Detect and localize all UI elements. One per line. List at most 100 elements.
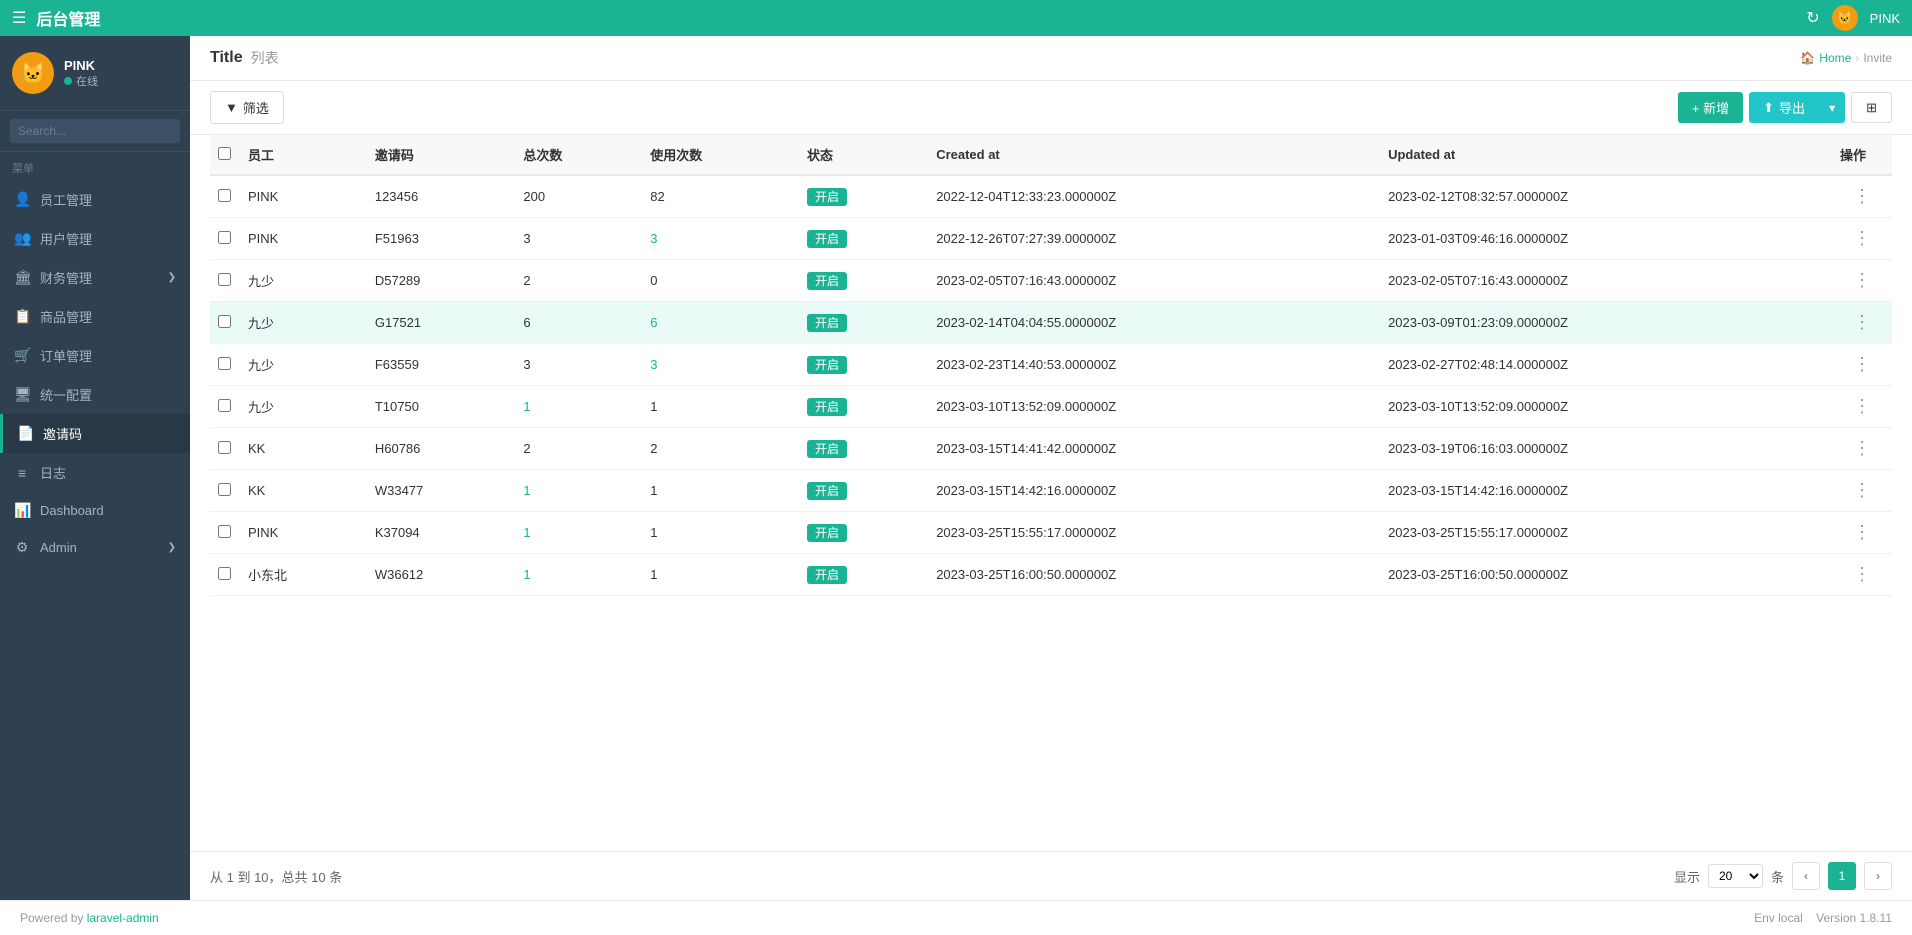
row-checkbox-cell [210, 175, 240, 218]
status-badge: 开启 [807, 398, 847, 416]
footer-left: Powered by laravel-admin [20, 911, 159, 925]
action-menu-button[interactable]: ⋮ [1853, 270, 1871, 290]
table-header-row: 员工 邀请码 总次数 使用次数 状态 Created at Updated at… [210, 135, 1892, 175]
action-menu-button[interactable]: ⋮ [1853, 228, 1871, 248]
sidebar-item-product[interactable]: 📋 商品管理 [0, 297, 190, 336]
sidebar-item-finance[interactable]: 🏛 财务管理 ❯ [0, 258, 190, 297]
row-status: 开启 [799, 302, 928, 344]
sidebar-item-admin[interactable]: ⚙ Admin ❯ [0, 529, 190, 566]
filter-button[interactable]: ▼ 筛选 [210, 91, 284, 124]
row-employee: PINK [240, 218, 367, 260]
footer-link[interactable]: laravel-admin [87, 911, 159, 925]
row-checkbox[interactable] [218, 357, 231, 370]
table-row: 九少T1075011开启2023-03-10T13:52:09.000000Z2… [210, 386, 1892, 428]
show-label: 显示 [1674, 867, 1700, 886]
sidebar-item-log[interactable]: ≡ 日志 [0, 453, 190, 492]
table-row: 九少G1752166开启2023-02-14T04:04:55.000000Z2… [210, 302, 1892, 344]
row-checkbox-cell [210, 554, 240, 596]
sidebar-user: 🐱 PINK 在线 [0, 36, 190, 111]
sidebar-item-user[interactable]: 👥 用户管理 [0, 219, 190, 258]
row-status: 开启 [799, 470, 928, 512]
status-badge: 开启 [807, 524, 847, 542]
col-total: 总次数 [515, 135, 642, 175]
row-checkbox[interactable] [218, 273, 231, 286]
table-row: 小东北W3661211开启2023-03-25T16:00:50.000000Z… [210, 554, 1892, 596]
action-menu-button[interactable]: ⋮ [1853, 312, 1871, 332]
breadcrumb-home[interactable]: Home [1819, 51, 1851, 65]
page-1-button[interactable]: 1 [1828, 862, 1856, 890]
header-left: ☰ 后台管理 [12, 6, 100, 30]
row-employee: 小东北 [240, 554, 367, 596]
row-total-link[interactable]: 1 [523, 567, 530, 582]
row-total-link[interactable]: 1 [523, 399, 530, 414]
sidebar-item-invite[interactable]: 📄 邀请码 [0, 414, 190, 453]
row-employee: KK [240, 470, 367, 512]
sidebar-item-dashboard[interactable]: 📊 Dashboard [0, 492, 190, 529]
export-dropdown-button[interactable]: ▾ [1819, 92, 1845, 123]
row-checkbox[interactable] [218, 315, 231, 328]
row-created-at: 2022-12-04T12:33:23.000000Z [928, 175, 1380, 218]
row-checkbox-cell [210, 344, 240, 386]
row-total: 6 [515, 302, 642, 344]
row-created-at: 2023-03-25T15:55:17.000000Z [928, 512, 1380, 554]
row-checkbox[interactable] [218, 189, 231, 202]
action-menu-button[interactable]: ⋮ [1853, 564, 1871, 584]
row-total-link[interactable]: 1 [523, 525, 530, 540]
action-menu-button[interactable]: ⋮ [1853, 354, 1871, 374]
row-used-link[interactable]: 6 [650, 315, 657, 330]
sidebar-item-label-admin: Admin [40, 540, 77, 555]
prev-page-button[interactable]: ‹ [1792, 862, 1820, 890]
next-page-button[interactable]: › [1864, 862, 1892, 890]
row-used-link[interactable]: 3 [650, 357, 657, 372]
select-all-checkbox[interactable] [218, 147, 231, 160]
page-subtitle: 列表 [251, 48, 279, 68]
user-avatar-top[interactable]: 🐱 [1832, 5, 1858, 31]
app-title: 后台管理 [36, 6, 100, 30]
filter-label: 筛选 [243, 98, 269, 117]
row-checkbox-cell [210, 260, 240, 302]
action-menu-button[interactable]: ⋮ [1853, 480, 1871, 500]
row-checkbox[interactable] [218, 231, 231, 244]
sidebar-item-order[interactable]: 🛒 订单管理 [0, 336, 190, 375]
add-button[interactable]: + 新增 [1678, 92, 1743, 123]
row-checkbox[interactable] [218, 567, 231, 580]
sidebar-item-config[interactable]: 🖥 统一配置 [0, 375, 190, 414]
toolbar-right: + 新增 ⬆ 导出 ▾ ⊞ [1678, 92, 1892, 123]
chevron-right-icon: ❯ [168, 272, 176, 283]
sidebar-item-staff[interactable]: 👤 员工管理 [0, 180, 190, 219]
export-icon: ⬆ [1763, 100, 1774, 116]
action-menu-button[interactable]: ⋮ [1853, 522, 1871, 542]
user-icon: 👥 [14, 230, 30, 247]
table-row: KKH6078622开启2023-03-15T14:41:42.000000Z2… [210, 428, 1892, 470]
row-checkbox[interactable] [218, 483, 231, 496]
row-employee: PINK [240, 175, 367, 218]
row-checkbox[interactable] [218, 441, 231, 454]
status-badge: 开启 [807, 356, 847, 374]
row-checkbox[interactable] [218, 525, 231, 538]
row-code: 123456 [367, 175, 516, 218]
grid-view-button[interactable]: ⊞ [1851, 92, 1892, 123]
row-used: 2 [642, 428, 799, 470]
menu-toggle-icon[interactable]: ☰ [12, 8, 26, 28]
row-created-at: 2023-03-10T13:52:09.000000Z [928, 386, 1380, 428]
sidebar-item-label-finance: 财务管理 [40, 268, 92, 287]
log-icon: ≡ [14, 465, 30, 481]
row-checkbox-cell [210, 512, 240, 554]
action-menu-button[interactable]: ⋮ [1853, 396, 1871, 416]
sidebar-item-label-staff: 员工管理 [40, 190, 92, 209]
footer: Powered by laravel-admin Env local Versi… [0, 900, 1912, 935]
action-menu-button[interactable]: ⋮ [1853, 186, 1871, 206]
export-button[interactable]: ⬆ 导出 [1749, 92, 1819, 123]
refresh-icon[interactable]: ↻ [1806, 8, 1819, 28]
action-menu-button[interactable]: ⋮ [1853, 438, 1871, 458]
row-total-link[interactable]: 1 [523, 483, 530, 498]
table-container: 员工 邀请码 总次数 使用次数 状态 Created at Updated at… [190, 135, 1912, 851]
row-checkbox[interactable] [218, 399, 231, 412]
row-total: 1 [515, 512, 642, 554]
row-actions: ⋮ [1832, 344, 1892, 386]
page-size-select[interactable]: 20 50 100 [1708, 864, 1763, 888]
search-input[interactable] [10, 119, 180, 143]
row-code: W36612 [367, 554, 516, 596]
row-used-link[interactable]: 3 [650, 231, 657, 246]
table-row: 九少D5728920开启2023-02-05T07:16:43.000000Z2… [210, 260, 1892, 302]
